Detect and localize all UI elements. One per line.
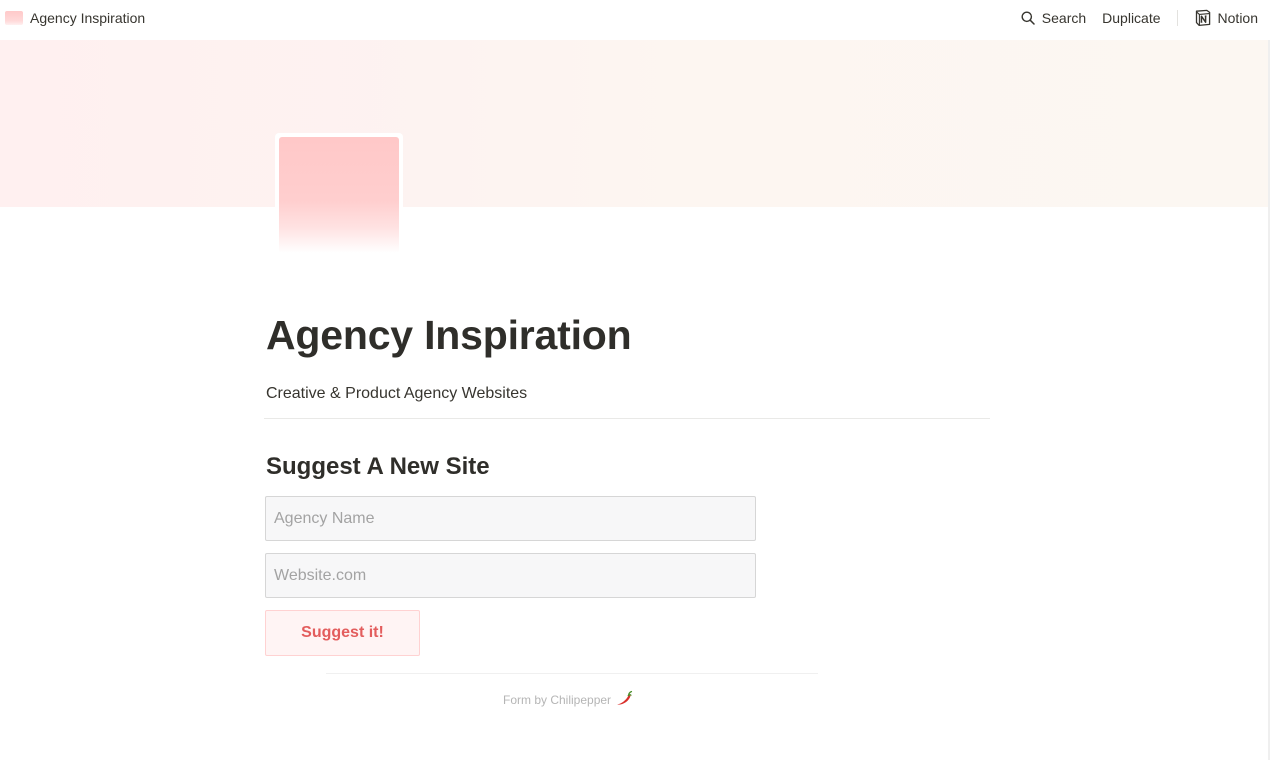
duplicate-button[interactable]: Duplicate xyxy=(1094,6,1168,30)
top-bar: Agency Inspiration Search Duplicate Noti… xyxy=(0,0,1270,36)
website-input[interactable] xyxy=(265,553,756,598)
page-icon-small xyxy=(5,11,23,25)
breadcrumb-title: Agency Inspiration xyxy=(30,10,146,26)
page-subtitle: Creative & Product Agency Websites xyxy=(266,385,528,402)
form-credit-link[interactable]: Form by Chilipepper xyxy=(503,690,633,709)
page-cover xyxy=(0,40,1270,207)
search-label: Search xyxy=(1041,10,1087,26)
topbar-divider xyxy=(1176,10,1178,26)
breadcrumb[interactable]: Agency Inspiration xyxy=(5,8,145,28)
page-title: Agency Inspiration xyxy=(266,312,632,358)
agency-name-input[interactable] xyxy=(265,496,756,541)
search-icon xyxy=(1021,11,1035,25)
divider xyxy=(264,418,990,419)
form-credit-text: Form by Chilipepper xyxy=(503,692,612,707)
search-button[interactable]: Search xyxy=(1013,6,1094,30)
topbar-actions: Search Duplicate Notion xyxy=(1013,6,1266,30)
form-heading: Suggest A New Site xyxy=(266,453,490,480)
page-icon-swatch xyxy=(279,137,399,253)
duplicate-label: Duplicate xyxy=(1102,10,1161,26)
notion-button[interactable]: Notion xyxy=(1186,6,1266,30)
notion-logo-icon xyxy=(1194,9,1212,27)
page-icon[interactable] xyxy=(275,133,403,257)
footer-divider xyxy=(326,673,818,674)
chili-pepper-icon xyxy=(615,690,633,709)
notion-label: Notion xyxy=(1217,10,1258,26)
suggest-button[interactable]: Suggest it! xyxy=(265,610,420,656)
